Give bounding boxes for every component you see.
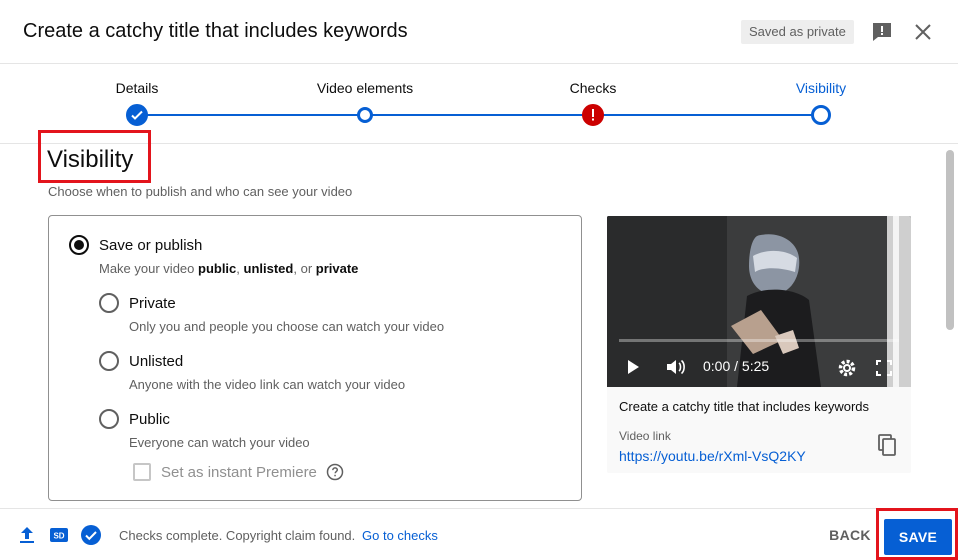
public-option-title: Public: [129, 411, 170, 428]
unlisted-radio[interactable]: [99, 351, 119, 371]
heading-highlight-box: [38, 130, 151, 183]
desc-text: ,: [236, 261, 244, 276]
settings-icon[interactable]: [837, 358, 857, 378]
save-or-publish-title: Save or publish: [99, 237, 203, 254]
error-icon: [582, 104, 604, 126]
video-link-label: Video link: [619, 429, 671, 443]
checks-complete-icon[interactable]: [80, 524, 102, 546]
video-progress-bar[interactable]: [619, 339, 899, 342]
dialog-header: Create a catchy title that includes keyw…: [0, 0, 958, 64]
section-subtitle: Choose when to publish and who can see y…: [48, 184, 353, 199]
save-or-publish-desc: Make your video public, unlisted, or pri…: [99, 261, 358, 276]
private-radio[interactable]: [99, 293, 119, 313]
desc-text: , or: [293, 261, 316, 276]
checks-status-text: Checks complete. Copyright claim found.: [119, 528, 356, 543]
step-label: Video elements: [316, 80, 414, 96]
sd-quality-icon[interactable]: SD: [49, 525, 69, 545]
instant-premiere-label: Set as instant Premiere: [161, 464, 317, 481]
step-label: Details: [115, 80, 159, 96]
public-radio[interactable]: [99, 409, 119, 429]
unlisted-option-desc: Anyone with the video link can watch you…: [129, 377, 406, 392]
desc-public: public: [198, 261, 237, 276]
desc-unlisted: unlisted: [243, 261, 294, 276]
fullscreen-icon[interactable]: [875, 359, 893, 377]
video-title: Create a catchy title that includes keyw…: [619, 399, 870, 414]
unlisted-option-title: Unlisted: [129, 353, 184, 370]
private-option-desc: Only you and people you choose can watch…: [129, 319, 445, 334]
volume-icon[interactable]: [665, 356, 687, 378]
public-option-desc: Everyone can watch your video: [129, 435, 310, 450]
visibility-options-panel: Save or publish Make your video public, …: [48, 215, 582, 501]
step-label: Visibility: [795, 80, 847, 96]
instant-premiere-checkbox[interactable]: [133, 463, 151, 481]
video-timestamp: 0:00 / 5:25: [703, 358, 770, 374]
video-player[interactable]: 0:00 / 5:25: [607, 216, 911, 387]
check-icon: [126, 104, 148, 126]
go-to-checks-link[interactable]: Go to checks: [362, 528, 438, 543]
close-icon[interactable]: [911, 20, 935, 44]
back-button[interactable]: BACK: [822, 519, 878, 551]
feedback-icon[interactable]: [870, 20, 894, 44]
step-dot-active: [811, 105, 831, 125]
step-dot: [357, 107, 373, 123]
private-option-title: Private: [129, 295, 176, 312]
play-icon[interactable]: [625, 359, 641, 375]
desc-private: private: [315, 261, 359, 276]
help-icon[interactable]: [326, 463, 344, 481]
upload-icon[interactable]: [17, 525, 37, 545]
save-highlight-box: [876, 508, 958, 560]
step-label: Checks: [569, 80, 617, 96]
desc-text: Make your video: [99, 261, 198, 276]
dialog-title: Create a catchy title that includes keyw…: [23, 20, 408, 42]
video-link[interactable]: https://youtu.be/rXml-VsQ2KY: [619, 448, 806, 464]
copy-icon[interactable]: [875, 433, 899, 457]
saved-status-badge: Saved as private: [741, 20, 854, 44]
video-preview-card: 0:00 / 5:25 Create a catchy title that i…: [607, 216, 911, 473]
stepper-track: [137, 114, 821, 116]
scrollbar-thumb[interactable]: [946, 150, 954, 330]
svg-text:SD: SD: [53, 532, 64, 541]
save-or-publish-radio[interactable]: [69, 235, 89, 255]
dialog-footer: SD Checks complete. Copyright claim foun…: [0, 508, 958, 560]
